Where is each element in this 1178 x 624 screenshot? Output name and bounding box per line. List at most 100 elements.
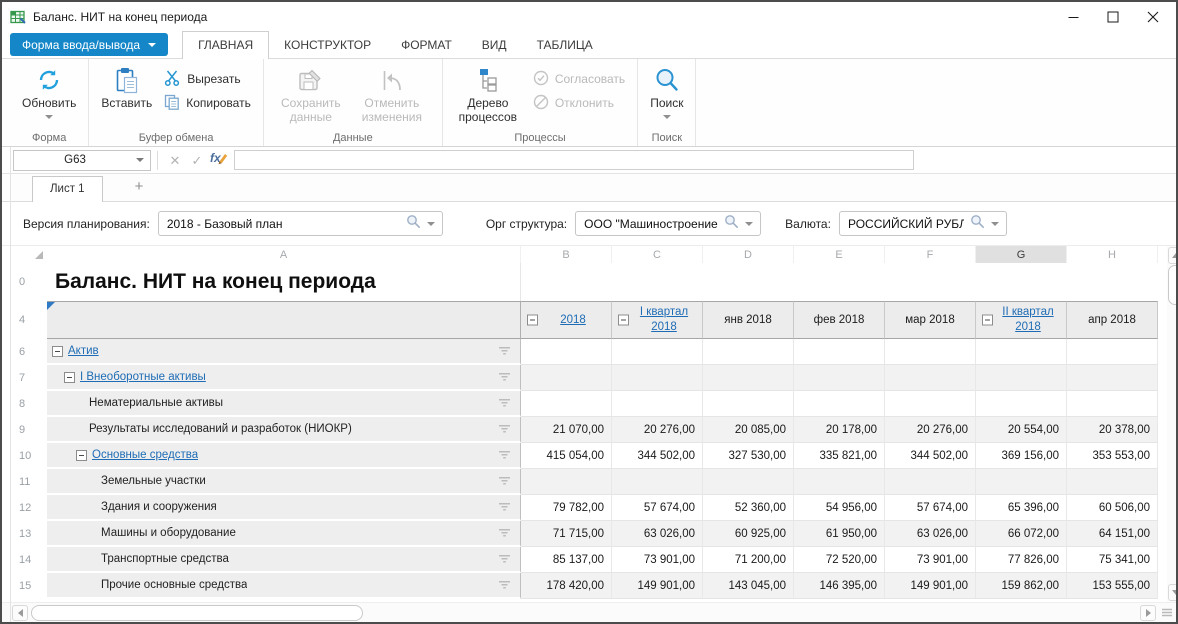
filter-icon[interactable] [498, 581, 511, 590]
cell-c12[interactable]: 57 674,00 [612, 495, 703, 521]
cell-d14[interactable]: 71 200,00 [703, 547, 794, 573]
cell-h12[interactable]: 60 506,00 [1067, 495, 1158, 521]
process-tree-button[interactable]: Дерево процессов [451, 62, 525, 125]
tab-glavnaya[interactable]: ГЛАВНАЯ [182, 31, 269, 59]
cell-d9[interactable]: 20 085,00 [703, 417, 794, 443]
cell-f12[interactable]: 57 674,00 [885, 495, 976, 521]
cell-d11[interactable] [703, 469, 794, 495]
filter-icon[interactable] [498, 373, 511, 382]
column-period-label[interactable]: 2018 [560, 313, 586, 328]
cell-b12[interactable]: 79 782,00 [521, 495, 612, 521]
horizontal-scroll-thumb[interactable] [31, 605, 363, 621]
cell-f14[interactable]: 73 901,00 [885, 547, 976, 573]
cell-d15[interactable]: 143 045,00 [703, 573, 794, 599]
minimize-button[interactable] [1066, 10, 1080, 24]
cell-d7[interactable] [703, 365, 794, 391]
row-header-11[interactable]: 11 [11, 469, 47, 495]
cell-f13[interactable]: 63 026,00 [885, 521, 976, 547]
cell-g8[interactable] [976, 391, 1067, 417]
column-header-f[interactable]: F [885, 246, 976, 263]
cell-h11[interactable] [1067, 469, 1158, 495]
cell-b13[interactable]: 71 715,00 [521, 521, 612, 547]
cell-b10[interactable]: 415 054,00 [521, 443, 612, 469]
filter-icon[interactable] [498, 399, 511, 408]
cell-f10[interactable]: 344 502,00 [885, 443, 976, 469]
chevron-down-icon[interactable] [427, 222, 435, 226]
cell-h15[interactable]: 153 555,00 [1067, 573, 1158, 599]
row-label-cell[interactable]: Результаты исследований и разработок (НИ… [47, 417, 521, 443]
column-header-e[interactable]: E [794, 246, 885, 263]
cell-h6[interactable] [1067, 339, 1158, 365]
search-icon[interactable] [970, 214, 985, 234]
cell-g9[interactable]: 20 554,00 [976, 417, 1067, 443]
cell-e13[interactable]: 61 950,00 [794, 521, 885, 547]
scroll-right-button[interactable] [1140, 605, 1156, 621]
cell-f15[interactable]: 149 901,00 [885, 573, 976, 599]
search-icon[interactable] [406, 214, 421, 234]
scroll-down-button[interactable] [1168, 584, 1178, 601]
grid-select-all-corner[interactable] [11, 246, 47, 263]
cell-reference-box[interactable]: G63 [13, 150, 151, 171]
filter-icon[interactable] [498, 555, 511, 564]
header-cell-a[interactable] [47, 301, 521, 339]
column-header-c[interactable]: C [612, 246, 703, 263]
cell-c8[interactable] [612, 391, 703, 417]
cell-d13[interactable]: 60 925,00 [703, 521, 794, 547]
row-label-cell[interactable]: I Внеоборотные активы [47, 365, 521, 391]
cell-f6[interactable] [885, 339, 976, 365]
horizontal-scroll-track[interactable] [31, 605, 1137, 621]
copy-button[interactable]: Копировать [160, 93, 255, 113]
cell-c7[interactable] [612, 365, 703, 391]
cell-c14[interactable]: 73 901,00 [612, 547, 703, 573]
cell-f9[interactable]: 20 276,00 [885, 417, 976, 443]
column-header-d[interactable]: D [703, 246, 794, 263]
cell-d10[interactable]: 327 530,00 [703, 443, 794, 469]
cell-c11[interactable] [612, 469, 703, 495]
row-header-12[interactable]: 12 [11, 495, 47, 521]
cell-h14[interactable]: 75 341,00 [1067, 547, 1158, 573]
chevron-down-icon[interactable] [745, 222, 753, 226]
header-cell-h4[interactable]: апр 2018 [1067, 301, 1158, 339]
cell-d12[interactable]: 52 360,00 [703, 495, 794, 521]
filter-version-dropdown[interactable]: 2018 - Базовый план [158, 211, 443, 236]
cell-f7[interactable] [885, 365, 976, 391]
header-cell-f4[interactable]: мар 2018 [885, 301, 976, 339]
cell-c9[interactable]: 20 276,00 [612, 417, 703, 443]
confirm-entry-button[interactable]: ✓ [186, 150, 208, 170]
cell-b8[interactable] [521, 391, 612, 417]
tab-konstruktor[interactable]: КОНСТРУКТОР [269, 32, 386, 58]
column-header-h[interactable]: H [1067, 246, 1158, 263]
cell-d6[interactable] [703, 339, 794, 365]
cell-e11[interactable] [794, 469, 885, 495]
vertical-scroll-track[interactable] [1168, 265, 1178, 583]
cell-g15[interactable]: 159 862,00 [976, 573, 1067, 599]
filter-icon[interactable] [498, 529, 511, 538]
cell-e7[interactable] [794, 365, 885, 391]
filter-currency-dropdown[interactable]: РОССИЙСКИЙ РУБЛЬ [839, 211, 1007, 236]
cell-f8[interactable] [885, 391, 976, 417]
collapse-toggle-icon[interactable] [76, 450, 87, 461]
row-header-8[interactable]: 8 [11, 391, 47, 417]
search-icon[interactable] [724, 214, 739, 234]
collapse-toggle-icon[interactable] [527, 315, 538, 326]
collapse-toggle-icon[interactable] [52, 346, 63, 357]
cell-g11[interactable] [976, 469, 1067, 495]
cell-e12[interactable]: 54 956,00 [794, 495, 885, 521]
row-header-6[interactable]: 6 [11, 339, 47, 365]
header-cell-g4[interactable]: II квартал 2018 [976, 301, 1067, 339]
cell-b6[interactable] [521, 339, 612, 365]
tab-format[interactable]: ФОРМАТ [386, 32, 467, 58]
row-header-10[interactable]: 10 [11, 443, 47, 469]
row-label[interactable]: I Внеоборотные активы [80, 371, 206, 383]
maximize-button[interactable] [1106, 10, 1120, 24]
row-header-14[interactable]: 14 [11, 547, 47, 573]
cut-button[interactable]: Вырезать [160, 69, 255, 89]
chevron-down-icon[interactable] [991, 222, 999, 226]
row-label-cell[interactable]: Прочие основные средства [47, 573, 521, 599]
formula-input[interactable] [234, 150, 914, 170]
cell-h10[interactable]: 353 553,00 [1067, 443, 1158, 469]
cell-g13[interactable]: 66 072,00 [976, 521, 1067, 547]
row-label-cell[interactable]: Нематериальные активы [47, 391, 521, 417]
row-header-7[interactable]: 7 [11, 365, 47, 391]
add-sheet-button[interactable]: + [127, 178, 152, 201]
